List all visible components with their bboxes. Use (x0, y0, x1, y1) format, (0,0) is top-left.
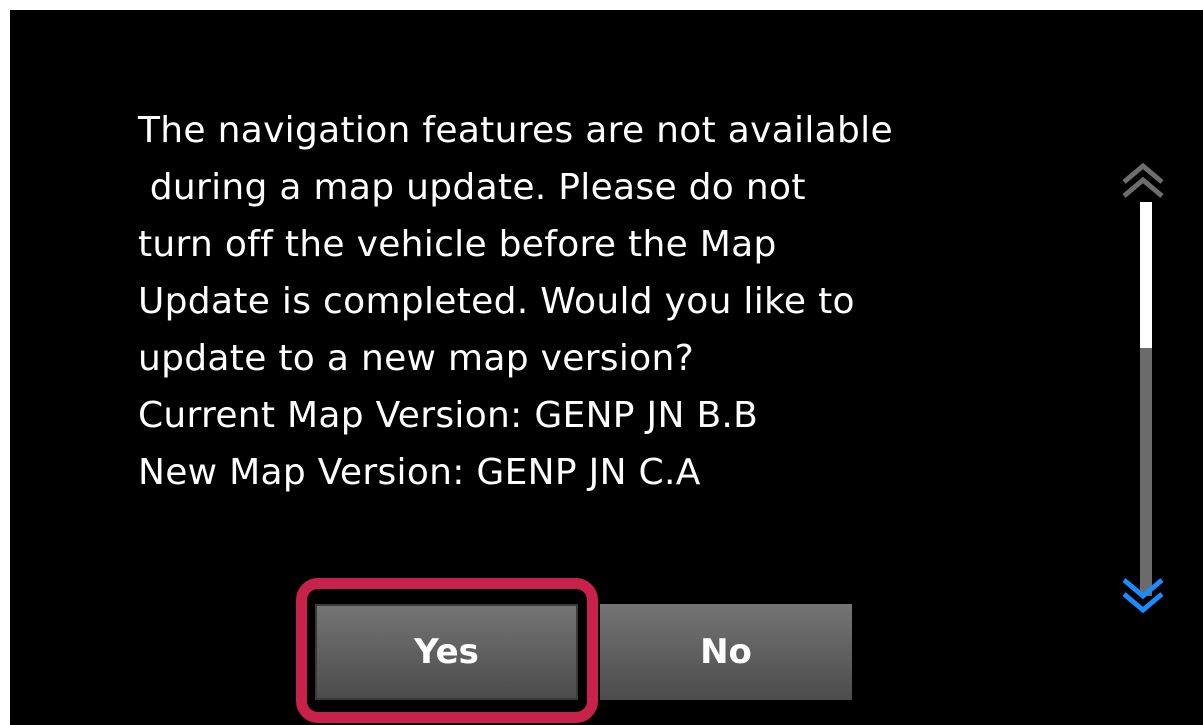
double-chevron-down-icon[interactable] (1118, 566, 1168, 616)
no-button[interactable]: No (600, 604, 852, 700)
current-map-version: Current Map Version: GENP JN B.B (138, 395, 759, 436)
message-line: turn off the vehicle before the Map (138, 224, 777, 265)
message-line: update to a new map version? (138, 338, 695, 379)
yes-button[interactable]: Yes (315, 604, 578, 700)
new-map-version: New Map Version: GENP JN C.A (138, 452, 701, 493)
scrollbar-thumb[interactable] (1140, 202, 1152, 348)
message-line: The navigation features are not availabl… (138, 110, 893, 151)
message-line: Update is completed. Would you like to (138, 281, 855, 322)
no-button-label: No (700, 632, 752, 672)
dialog-message: The navigation features are not availabl… (138, 102, 1098, 501)
message-line: during a map update. Please do not (138, 167, 806, 208)
dialog-screen: The navigation features are not availabl… (10, 10, 1203, 725)
yes-button-label: Yes (414, 632, 479, 672)
